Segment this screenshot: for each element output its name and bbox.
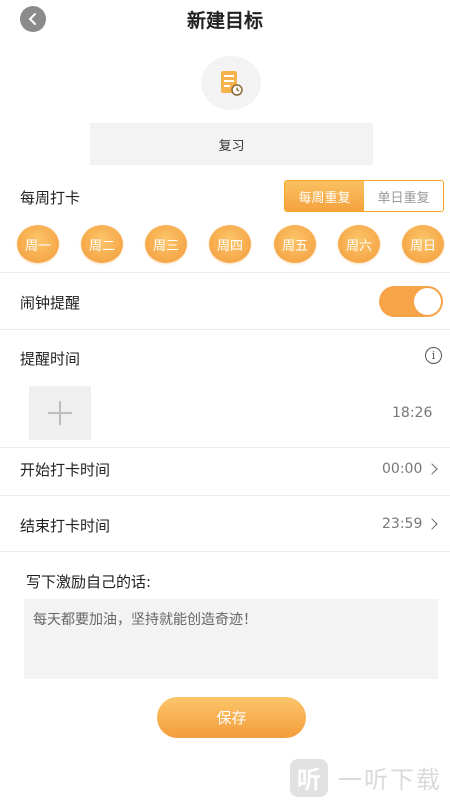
day-sunday[interactable]: 周日 — [402, 225, 444, 263]
weekly-checkin-label: 每周打卡 — [20, 189, 81, 207]
alarm-label: 闹钟提醒 — [20, 294, 81, 312]
toggle-knob — [414, 288, 441, 315]
info-icon[interactable]: i — [425, 347, 442, 364]
end-time-label: 结束打卡时间 — [20, 517, 111, 535]
day-tuesday[interactable]: 周二 — [81, 225, 123, 263]
repeat-mode-toggle: 每周重复 单日重复 — [284, 180, 444, 212]
alarm-toggle[interactable] — [379, 286, 443, 317]
motto-textarea[interactable]: 每天都要加油，坚持就能创造奇迹！ — [24, 599, 438, 679]
plus-icon — [48, 401, 72, 425]
divider — [0, 551, 450, 552]
day-monday[interactable]: 周一 — [17, 225, 59, 263]
weekday-selector: 周一 周二 周三 周四 周五 周六 周日 — [17, 225, 447, 265]
day-wednesday[interactable]: 周三 — [145, 225, 187, 263]
reminder-time-value[interactable]: 18:26 — [392, 405, 432, 421]
header: 新建目标 — [0, 0, 450, 38]
watermark-logo: 听 — [290, 758, 328, 797]
divider — [0, 272, 450, 273]
day-thursday[interactable]: 周四 — [209, 225, 251, 263]
divider — [0, 447, 450, 448]
weekly-repeat-option[interactable]: 每周重复 — [285, 181, 364, 211]
divider — [0, 329, 450, 330]
chevron-right-icon[interactable] — [426, 463, 438, 475]
goal-icon-button[interactable] — [201, 56, 261, 110]
notebook-icon — [221, 71, 243, 96]
add-reminder-button[interactable] — [29, 386, 91, 440]
single-day-repeat-option[interactable]: 单日重复 — [364, 181, 443, 211]
start-time-label: 开始打卡时间 — [20, 461, 111, 479]
save-button[interactable]: 保存 — [157, 697, 306, 738]
motto-placeholder: 每天都要加油，坚持就能创造奇迹！ — [33, 612, 257, 628]
watermark: 听 一听下载 — [290, 755, 450, 800]
chevron-right-icon[interactable] — [426, 518, 438, 530]
watermark-text: 一听下载 — [338, 766, 442, 794]
day-saturday[interactable]: 周六 — [338, 225, 380, 263]
day-friday[interactable]: 周五 — [274, 225, 316, 263]
end-time-value[interactable]: 23:59 — [382, 516, 422, 532]
page-title: 新建目标 — [186, 10, 263, 32]
motto-label: 写下激励自己的话: — [26, 573, 152, 591]
goal-name-field[interactable]: 复习 — [90, 123, 373, 165]
reminder-time-label: 提醒时间 — [20, 350, 81, 368]
start-time-value[interactable]: 00:00 — [382, 461, 422, 477]
divider — [0, 495, 450, 496]
